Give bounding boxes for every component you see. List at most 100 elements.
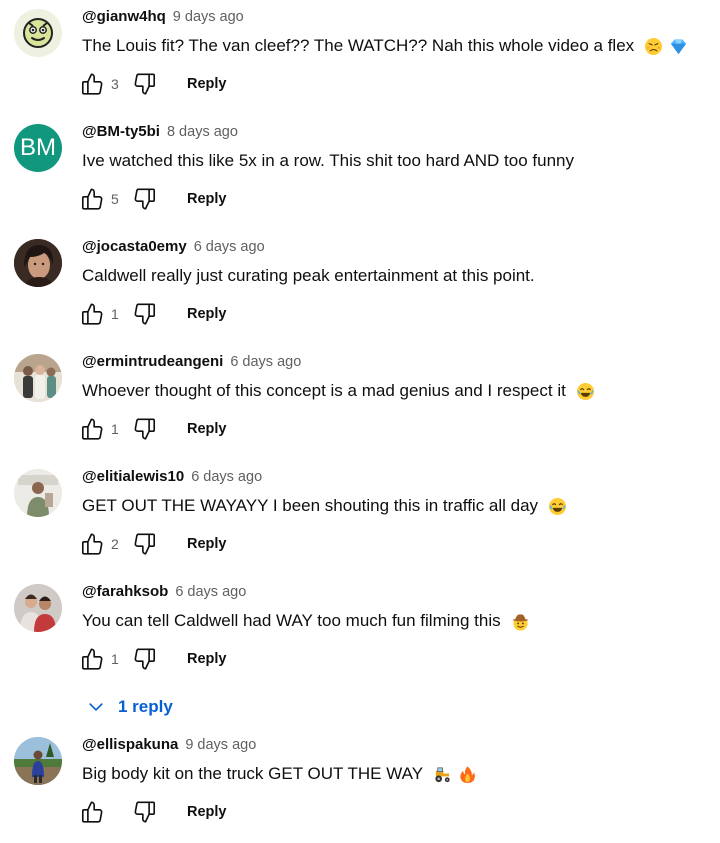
comment-timestamp-link[interactable]: 6 days ago	[194, 239, 265, 255]
avatar-image[interactable]	[14, 469, 62, 517]
reply-button[interactable]: Reply	[187, 191, 227, 207]
comment-actions: 1 Reply	[78, 645, 227, 673]
avatar-image[interactable]	[14, 737, 62, 785]
dislike-icon	[134, 188, 156, 210]
like-button[interactable]	[78, 645, 106, 673]
like-count: 1	[111, 421, 119, 437]
author-name-link[interactable]: @jocasta0emy	[82, 238, 187, 255]
comment-header: @gianw4hq 9 days ago	[82, 8, 244, 25]
author-name-link[interactable]: @BM-ty5bi	[82, 123, 160, 140]
comment-timestamp-link[interactable]: 6 days ago	[230, 354, 301, 370]
dislike-icon	[134, 533, 156, 555]
comment-header: @BM-ty5bi 8 days ago	[82, 123, 238, 140]
like-icon	[81, 188, 103, 210]
avatar-image[interactable]	[14, 9, 62, 57]
comments-section: @gianw4hq 9 days ago The Louis fit? The va…	[0, 0, 720, 843]
reply-button[interactable]: Reply	[187, 306, 227, 322]
like-button[interactable]	[78, 185, 106, 213]
comment-text: Ive watched this like 5x in a row. This …	[82, 151, 574, 171]
avatar-image[interactable]	[14, 354, 62, 402]
comment-item: @farahksob 6 days ago You can tell Caldwel…	[0, 575, 720, 728]
comment-timestamp-link[interactable]: 9 days ago	[173, 9, 244, 25]
dislike-icon	[134, 73, 156, 95]
comment-body: Big body kit on the truck GET OUT THE WA…	[82, 764, 424, 783]
avatar-initials: BM	[20, 134, 56, 161]
comment-actions: 1 Reply	[78, 300, 227, 328]
like-button[interactable]	[78, 798, 106, 826]
dislike-icon	[134, 303, 156, 325]
comment-body: Whoever thought of this concept is a mad…	[82, 381, 566, 400]
comment-body: Caldwell really just curating peak enter…	[82, 266, 535, 285]
author-name-link[interactable]: @elitialewis10	[82, 468, 184, 485]
tears-of-joy-emoji	[576, 382, 595, 401]
comment-text: Caldwell really just curating peak enter…	[82, 266, 535, 286]
comment-body: Ive watched this like 5x in a row. This …	[82, 151, 574, 170]
replies-count-label: 1 reply	[118, 697, 173, 716]
comment-header: @jocasta0emy 6 days ago	[82, 238, 265, 255]
persevering-face-emoji	[644, 37, 663, 56]
dislike-button[interactable]	[131, 300, 159, 328]
like-count: 1	[111, 306, 119, 322]
reply-button[interactable]: Reply	[187, 651, 227, 667]
author-name-link[interactable]: @gianw4hq	[82, 8, 166, 25]
fire-emoji	[458, 765, 477, 784]
like-icon	[81, 418, 103, 440]
cowboy-hat-face-emoji	[511, 612, 530, 631]
comment-timestamp-link[interactable]: 8 days ago	[167, 124, 238, 140]
like-icon	[81, 303, 103, 325]
comment-item: @jocasta0emy 6 days ago Caldwell really ju…	[0, 230, 720, 345]
dislike-button[interactable]	[131, 415, 159, 443]
like-count: 2	[111, 536, 119, 552]
chevron-down-icon	[86, 697, 106, 717]
author-name-link[interactable]: @ermintrudeangeni	[82, 353, 223, 370]
author-name-link[interactable]: @ellispakuna	[82, 736, 178, 753]
like-count: 5	[111, 191, 119, 207]
like-count: 1	[111, 651, 119, 667]
comment-header: @elitialewis10 6 days ago	[82, 468, 262, 485]
comment-timestamp-link[interactable]: 9 days ago	[185, 737, 256, 753]
reply-button[interactable]: Reply	[187, 536, 227, 552]
comment-actions: 2 Reply	[78, 530, 227, 558]
dislike-button[interactable]	[131, 70, 159, 98]
like-icon	[81, 73, 103, 95]
comment-timestamp-link[interactable]: 6 days ago	[175, 584, 246, 600]
dislike-icon	[134, 418, 156, 440]
comment-header: @ellispakuna 9 days ago	[82, 736, 256, 753]
comment-text: GET OUT THE WAYAYY I been shouting this …	[82, 496, 567, 516]
dislike-button[interactable]	[131, 798, 159, 826]
reply-button[interactable]: Reply	[187, 421, 227, 437]
comment-actions: 1 Reply	[78, 415, 227, 443]
comment-body: You can tell Caldwell had WAY too much f…	[82, 611, 501, 630]
comment-header: @farahksob 6 days ago	[82, 583, 246, 600]
comment-text: Whoever thought of this concept is a mad…	[82, 381, 595, 401]
comment-timestamp-link[interactable]: 6 days ago	[191, 469, 262, 485]
reply-button[interactable]: Reply	[187, 804, 227, 820]
dislike-button[interactable]	[131, 185, 159, 213]
avatar-image[interactable]	[14, 239, 62, 287]
dislike-button[interactable]	[131, 530, 159, 558]
like-button[interactable]	[78, 530, 106, 558]
comment-header: @ermintrudeangeni 6 days ago	[82, 353, 301, 370]
like-icon	[81, 533, 103, 555]
like-button[interactable]	[78, 300, 106, 328]
comment-item: @ellispakuna 9 days ago Big body kit on th…	[0, 728, 720, 843]
author-name-link[interactable]: @farahksob	[82, 583, 168, 600]
dislike-button[interactable]	[131, 645, 159, 673]
dislike-icon	[134, 801, 156, 823]
like-button[interactable]	[78, 415, 106, 443]
like-button[interactable]	[78, 70, 106, 98]
like-count: 3	[111, 76, 119, 92]
avatar-image[interactable]	[14, 584, 62, 632]
comment-text: Big body kit on the truck GET OUT THE WA…	[82, 764, 477, 784]
comment-text: You can tell Caldwell had WAY too much f…	[82, 611, 530, 631]
comment-item: @elitialewis10 6 days ago GET OUT THE WAYA…	[0, 460, 720, 575]
comment-actions: 3 Reply	[78, 70, 227, 98]
comment-body: GET OUT THE WAYAYY I been shouting this …	[82, 496, 539, 515]
reply-button[interactable]: Reply	[187, 76, 227, 92]
comment-item: @ermintrudeangeni 6 days ago Whoever thoug…	[0, 345, 720, 460]
view-replies-button[interactable]: 1 reply	[86, 694, 173, 720]
like-icon	[81, 648, 103, 670]
tears-of-joy-emoji	[548, 497, 567, 516]
comment-actions: 5 Reply	[78, 185, 227, 213]
avatar[interactable]: BM	[14, 124, 62, 172]
